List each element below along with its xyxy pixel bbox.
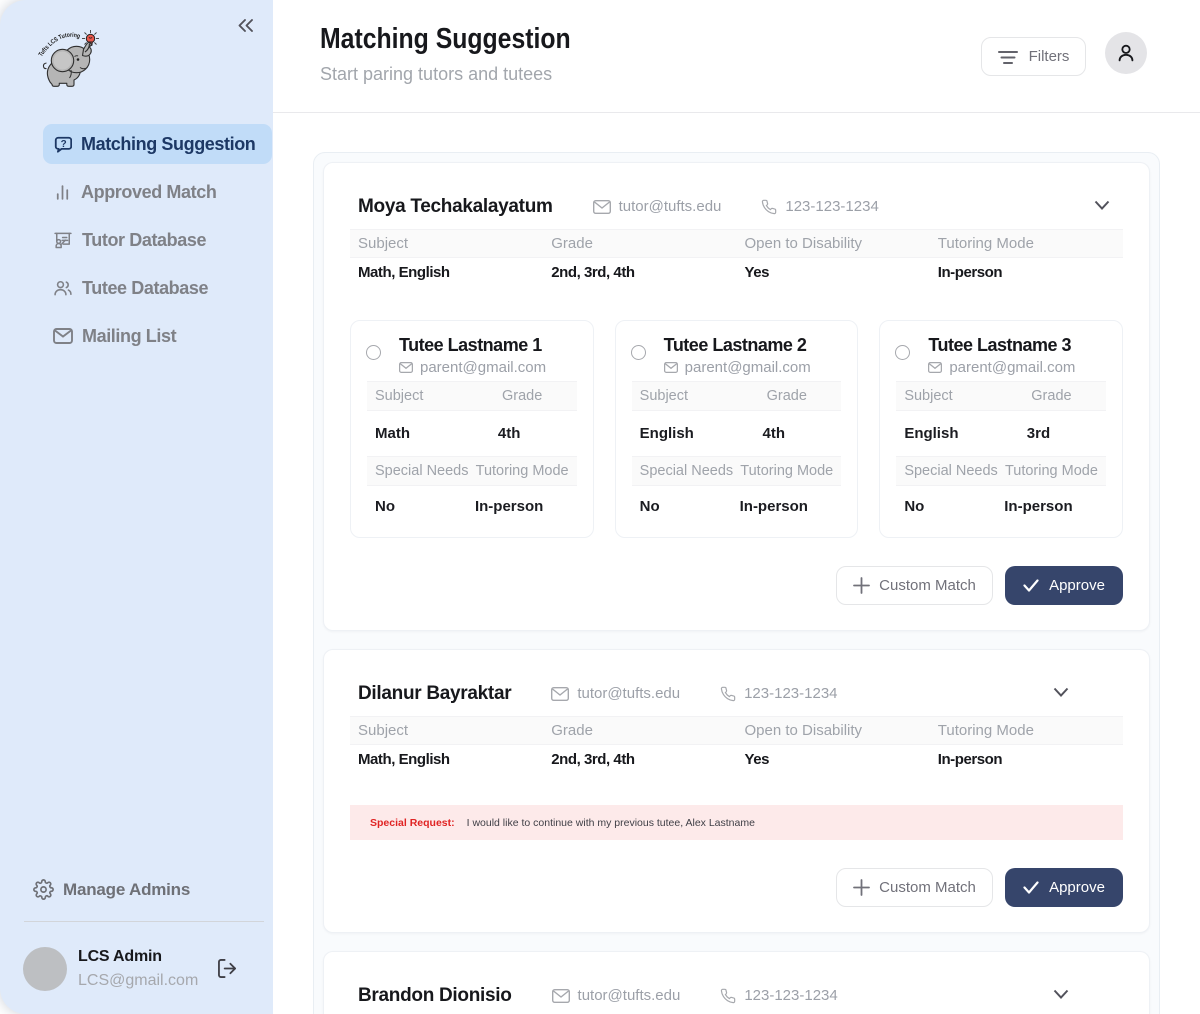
svg-text:?: ? (61, 139, 67, 150)
